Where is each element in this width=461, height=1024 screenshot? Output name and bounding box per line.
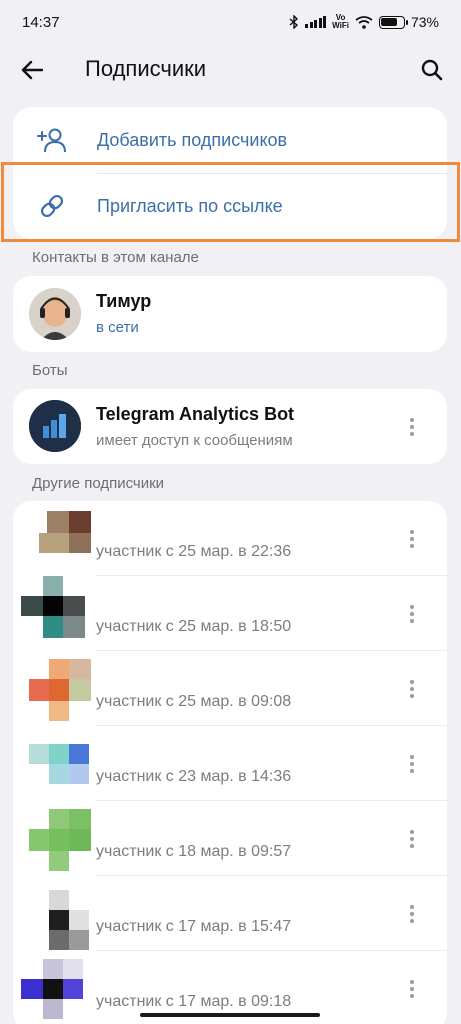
avatar bbox=[27, 659, 97, 725]
more-vertical-icon[interactable] bbox=[403, 978, 421, 1000]
list-item[interactable]: участник с 23 мар. в 14:36 bbox=[13, 726, 447, 801]
bluetooth-icon bbox=[289, 15, 299, 29]
list-item[interactable]: участник с 25 мар. в 18:50 bbox=[13, 576, 447, 651]
member-joined: участник с 17 мар. в 15:47 bbox=[96, 918, 292, 935]
battery-icon bbox=[378, 15, 408, 29]
member-joined: участник с 23 мар. в 14:36 bbox=[96, 768, 292, 785]
avatar bbox=[29, 288, 81, 340]
add-person-icon bbox=[37, 125, 67, 155]
vowifi-icon: Vo WiFi bbox=[332, 13, 349, 30]
avatar bbox=[21, 576, 91, 640]
status-bar: 14:37 Vo WiFi 73% bbox=[0, 0, 461, 44]
section-title-others: Другие подписчики bbox=[32, 475, 165, 492]
bot-name: Telegram Analytics Bot bbox=[96, 404, 295, 424]
avatar bbox=[25, 511, 97, 553]
status-icons: Vo WiFi 73% bbox=[289, 14, 439, 30]
section-title-contacts: Контакты в этом канале bbox=[32, 249, 199, 266]
contacts-card: Тимур в сети bbox=[13, 276, 447, 352]
member-joined: участник с 17 мар. в 09:18 bbox=[96, 993, 292, 1010]
list-item[interactable]: участник с 17 мар. в 15:47 bbox=[13, 876, 447, 951]
more-vertical-icon[interactable] bbox=[403, 603, 421, 625]
more-vertical-icon[interactable] bbox=[403, 528, 421, 550]
home-indicator[interactable] bbox=[140, 1013, 320, 1017]
list-item[interactable]: участник с 18 мар. в 09:57 bbox=[13, 801, 447, 876]
members-card: участник с 25 мар. в 22:36 участник с 25… bbox=[13, 501, 447, 1024]
search-icon[interactable] bbox=[418, 56, 446, 84]
avatar bbox=[27, 744, 97, 790]
member-joined: участник с 18 мар. в 09:57 bbox=[96, 843, 292, 860]
status-time: 14:37 bbox=[22, 13, 60, 31]
battery-percent: 73% bbox=[410, 14, 439, 30]
list-item[interactable]: участник с 25 мар. в 22:36 bbox=[13, 501, 447, 576]
more-vertical-icon[interactable] bbox=[403, 416, 421, 438]
contact-status: в сети bbox=[96, 319, 139, 336]
member-joined: участник с 25 мар. в 18:50 bbox=[96, 618, 292, 635]
bots-card: Telegram Analytics Bot имеет доступ к со… bbox=[13, 389, 447, 464]
highlight-frame bbox=[1, 162, 460, 242]
more-vertical-icon[interactable] bbox=[403, 903, 421, 925]
avatar bbox=[21, 959, 91, 1023]
wifi-icon bbox=[355, 15, 373, 29]
analytics-bot-avatar bbox=[29, 400, 81, 452]
more-vertical-icon[interactable] bbox=[403, 828, 421, 850]
add-subscribers-label: Добавить подписчиков bbox=[97, 129, 288, 150]
more-vertical-icon[interactable] bbox=[403, 678, 421, 700]
back-arrow-icon[interactable] bbox=[18, 56, 46, 84]
section-title-bots: Боты bbox=[32, 362, 68, 379]
member-joined: участник с 25 мар. в 22:36 bbox=[96, 543, 292, 560]
more-vertical-icon[interactable] bbox=[403, 753, 421, 775]
contact-name: Тимур bbox=[96, 291, 152, 311]
app-bar: Подписчики bbox=[0, 44, 461, 96]
bot-row[interactable]: Telegram Analytics Bot имеет доступ к со… bbox=[13, 389, 447, 464]
contact-row[interactable]: Тимур в сети bbox=[13, 276, 447, 352]
signal-icon bbox=[305, 16, 327, 28]
avatar bbox=[27, 890, 97, 950]
avatar bbox=[27, 809, 97, 873]
member-joined: участник с 25 мар. в 09:08 bbox=[96, 693, 292, 710]
list-item[interactable]: участник с 25 мар. в 09:08 bbox=[13, 651, 447, 726]
page-title: Подписчики bbox=[85, 56, 207, 81]
bot-status: имеет доступ к сообщениям bbox=[96, 432, 293, 449]
